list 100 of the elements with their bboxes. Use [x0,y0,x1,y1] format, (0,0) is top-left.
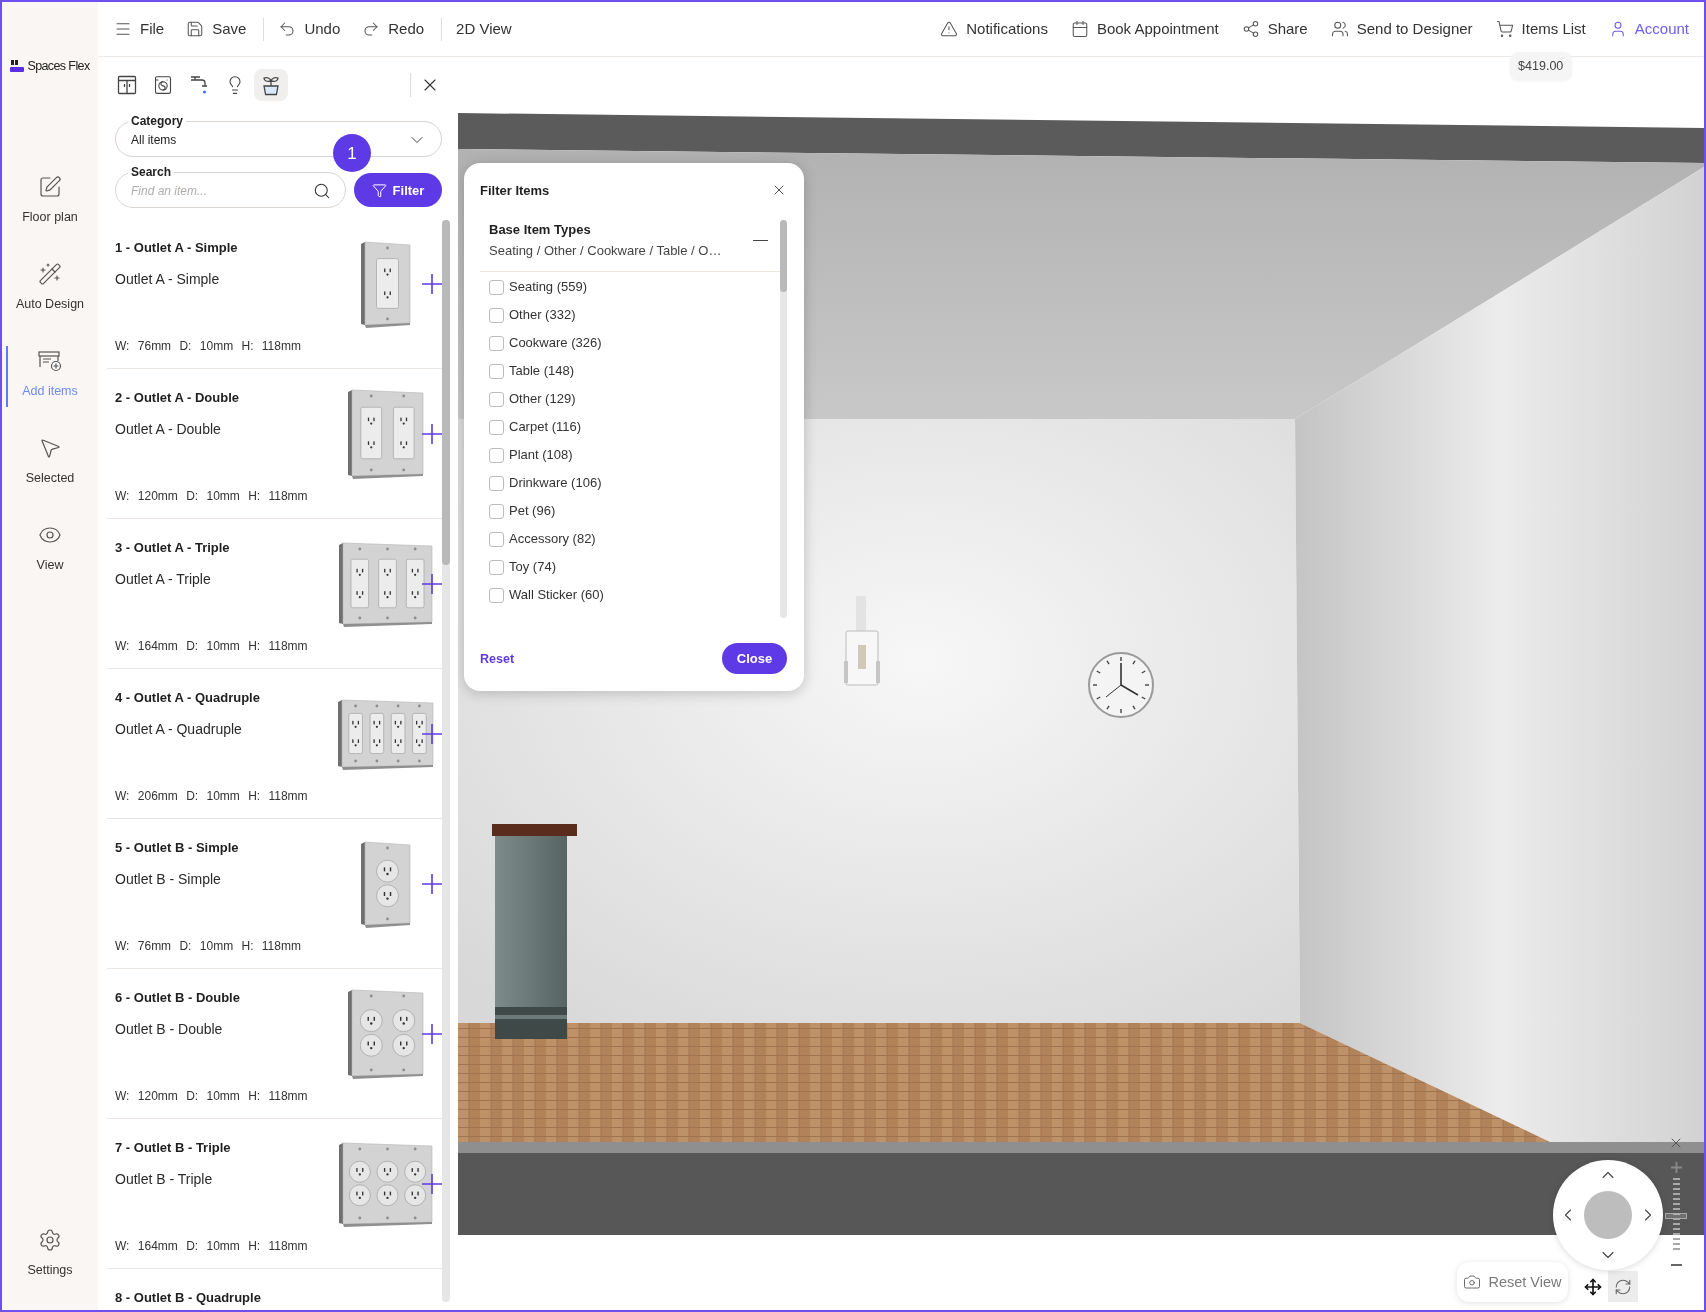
reset-view-button[interactable]: Reset View [1457,1262,1568,1302]
settings-icon [38,1228,62,1252]
scrollbar-thumb[interactable] [780,220,787,292]
sidebar-nav-item[interactable]: Auto Design [2,257,98,344]
sidebar-nav-item[interactable]: Floor plan [2,170,98,257]
send-to-designer-button[interactable]: Send to Designer [1330,19,1473,39]
add-item-button[interactable] [422,874,442,894]
item-title: 1 - Outlet A - Simple [115,239,239,257]
plus-icon [422,574,442,594]
close-button[interactable]: Close [722,643,787,674]
notifications-button[interactable]: Notifications [940,19,1048,39]
option-label: Other (332) [509,307,576,323]
plus-icon [422,874,442,894]
reset-link[interactable]: Reset [480,651,515,666]
add-item-button[interactable] [422,574,442,594]
camera-icon [1463,1273,1482,1291]
rotate-arrows-icon [1614,1277,1632,1296]
dialog-title: Filter Items [480,182,550,198]
add-item-button[interactable] [422,424,442,444]
price-tooltip: $419.00 [1510,52,1572,80]
checkbox[interactable] [489,587,504,603]
option-label: Accessory (82) [509,531,596,547]
item-name: Outlet B - Simple [115,870,222,888]
book-appointment-button[interactable]: Book Appointment [1070,19,1219,39]
scrollbar[interactable] [442,220,450,1302]
magic-wand-icon [38,262,62,286]
filter-button[interactable]: Filter [354,173,442,207]
faucet-icon [189,74,209,96]
rotate-mode-button[interactable] [1608,1271,1638,1302]
wall-clock [1088,652,1154,718]
add-item-button[interactable] [422,1174,442,1194]
option-label: Cookware (326) [509,335,602,351]
view-mode-button[interactable]: 2D View [456,19,512,39]
potted-plant-icon [260,74,282,96]
item-dimensions: W: 206mm D: 10mm H: 118mm [115,788,309,804]
category-tab[interactable] [254,69,288,101]
checkbox[interactable] [489,531,504,547]
file-menu-button[interactable]: File [114,19,165,39]
cursor-icon [38,436,62,460]
checkbox[interactable] [489,391,504,407]
furniture-add-icon [37,349,63,373]
checkbox[interactable] [489,447,504,463]
item-dimensions: W: 164mm D: 10mm H: 118mm [115,1238,309,1254]
add-item-button[interactable] [422,274,442,294]
undo-icon [278,20,297,38]
item-title: 6 - Outlet B - Double [115,989,241,1007]
option-label: Wall Sticker (60) [509,587,604,603]
option-label: Table (148) [509,363,575,379]
share-icon [1241,20,1260,38]
save-button[interactable]: Save [186,19,247,39]
account-button[interactable]: Account [1608,19,1689,39]
section-title: Base Item Types [489,222,592,238]
share-button[interactable]: Share [1241,19,1308,39]
option-label: Drinkware (106) [509,475,602,491]
sidebar-nav-item[interactable]: View [2,518,98,605]
undo-button[interactable]: Undo [278,19,341,39]
section-summary: Seating / Other / Cookware / Table / O… [489,243,723,259]
minus-icon [753,239,768,242]
item-dimensions: W: 120mm D: 10mm H: 118mm [115,1088,309,1104]
item-dimensions: W: 76mm D: 10mm H: 118mm [115,338,302,354]
option-label: Pet (96) [509,503,556,519]
item-title: 4 - Outlet A - Quadruple [115,689,261,707]
search-input[interactable]: Find an item... [131,179,307,203]
sidebar-nav-item[interactable]: Selected [2,431,98,518]
field-label: Search [130,165,173,179]
checkbox[interactable] [489,307,504,323]
pencil-square-icon [38,175,62,199]
cart-icon [1495,20,1514,38]
checkbox[interactable] [489,363,504,379]
add-item-button[interactable] [422,1024,442,1044]
count-badge: 1 [333,134,371,172]
redo-icon [362,20,381,38]
plus-icon [422,724,442,744]
item-dimensions: W: 120mm D: 10mm H: 118mm [115,488,309,504]
add-item-button[interactable] [422,724,442,744]
item-dimensions: W: 164mm D: 10mm H: 118mm [115,638,309,654]
plus-icon [1670,1161,1682,1173]
washing-machine-icon [153,75,173,95]
item-name: Outlet A - Quadruple [115,720,243,738]
option-label: Toy (74) [509,559,556,575]
sidebar-nav-item[interactable]: Settings [2,1223,98,1310]
checkbox[interactable] [489,559,504,575]
item-title: 5 - Outlet B - Simple [115,839,240,857]
funnel-icon [371,182,387,198]
menu-icon [114,20,132,38]
scrollbar[interactable] [780,220,787,618]
redo-button[interactable]: Redo [362,19,425,39]
option-label: Other (129) [509,391,576,407]
item-name: Outlet A - Double [115,420,222,438]
checkbox[interactable] [489,279,504,295]
collapse-button[interactable] [753,239,768,242]
scrollbar-thumb[interactable] [442,220,450,565]
checkbox[interactable] [489,335,504,351]
zoom-slider-thumb[interactable] [1665,1212,1687,1219]
search-icon [313,182,331,200]
cabinet-icon [117,75,137,95]
items-list-button[interactable]: Items List [1495,19,1586,39]
checkbox[interactable] [489,503,504,519]
checkbox[interactable] [489,475,504,491]
checkbox[interactable] [489,419,504,435]
